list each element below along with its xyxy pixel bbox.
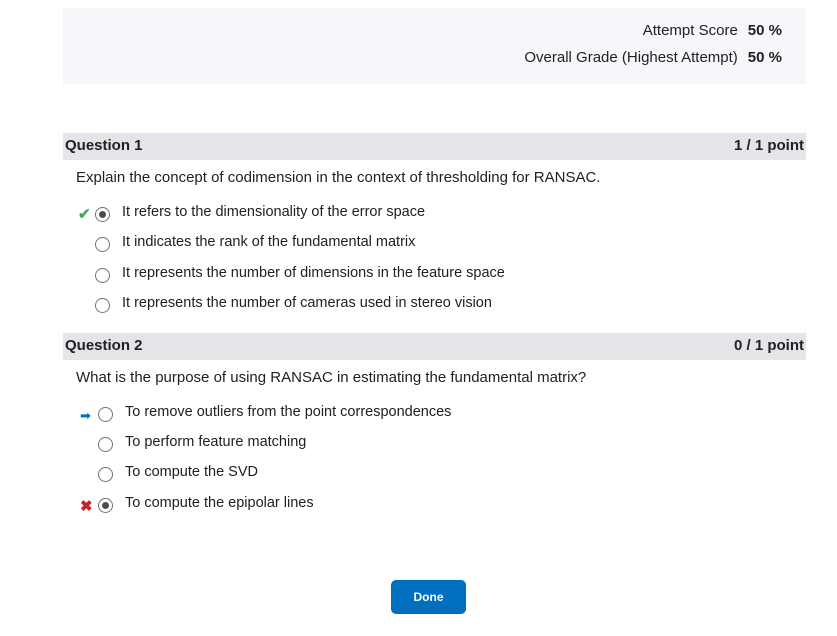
radio-selected[interactable] — [95, 207, 110, 222]
option-label: To perform feature matching — [125, 434, 307, 450]
radio-unselected[interactable] — [98, 407, 113, 422]
option-label: It refers to the dimensionality of the e… — [122, 204, 426, 220]
radio-unselected[interactable] — [98, 437, 113, 452]
overall-grade-value: 50 % — [747, 49, 782, 66]
question-1-header: Question 1 1 / 1 point — [63, 133, 806, 160]
question-1-text: Explain the concept of codimension in th… — [76, 169, 601, 186]
attempt-score-label: Attempt Score — [642, 22, 738, 39]
score-summary: Attempt Score 50 % Overall Grade (Highest… — [63, 8, 806, 84]
attempt-score-value: 50 % — [747, 22, 782, 39]
correct-answer-arrow-icon: ➡ — [80, 408, 91, 423]
option-label: To remove outliers from the point corres… — [125, 404, 452, 420]
overall-grade-row: Overall Grade (Highest Attempt) 50 % — [524, 49, 782, 66]
question-2-header: Question 2 0 / 1 point — [63, 333, 806, 360]
check-icon: ✔ — [78, 206, 91, 223]
option-label: It represents the number of cameras used… — [122, 295, 492, 311]
option-label: It indicates the rank of the fundamental… — [122, 234, 416, 250]
question-2-text: What is the purpose of using RANSAC in e… — [76, 369, 587, 386]
radio-unselected[interactable] — [98, 467, 113, 482]
option-label: It represents the number of dimensions i… — [122, 265, 505, 281]
radio-unselected[interactable] — [95, 268, 110, 283]
option-label: To compute the epipolar lines — [125, 495, 314, 511]
radio-unselected[interactable] — [95, 237, 110, 252]
done-button[interactable]: Done — [391, 580, 466, 614]
radio-selected[interactable] — [98, 498, 113, 513]
overall-grade-label: Overall Grade (Highest Attempt) — [524, 49, 738, 66]
question-title: Question 2 — [65, 337, 143, 354]
question-title: Question 1 — [65, 137, 143, 154]
question-points: 0 / 1 point — [733, 337, 804, 354]
attempt-score-row: Attempt Score 50 % — [643, 22, 782, 39]
option-label: To compute the SVD — [125, 464, 258, 480]
radio-unselected[interactable] — [95, 298, 110, 313]
question-points: 1 / 1 point — [733, 137, 804, 154]
incorrect-x-icon: ✖ — [80, 498, 93, 515]
